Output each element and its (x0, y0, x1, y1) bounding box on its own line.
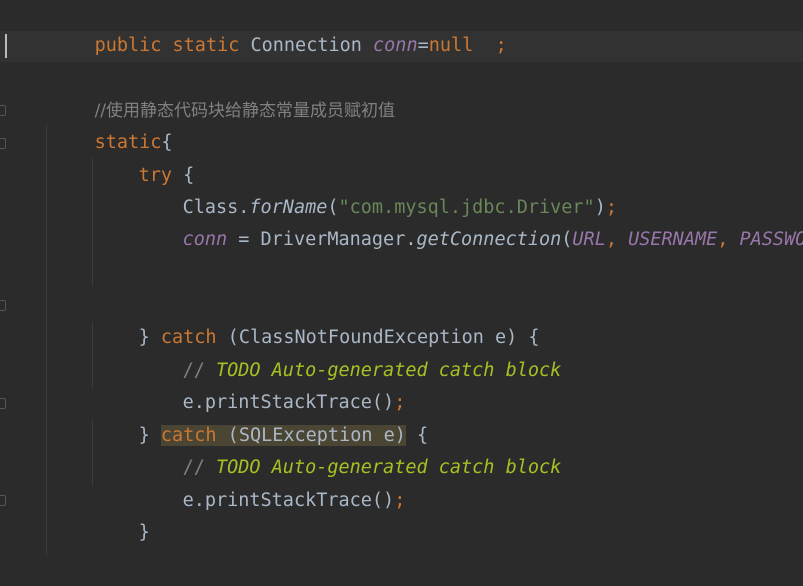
type-name: Connection (250, 34, 362, 56)
indent-guide (46, 125, 47, 555)
fold-marker-icon[interactable] (0, 105, 6, 116)
field-name: conn (373, 34, 418, 56)
code-line-4[interactable]: static{ (50, 94, 173, 153)
code-line-14[interactable]: // TODO Auto-generated catch block (138, 419, 562, 478)
indent-guide (92, 322, 93, 388)
keyword: public (94, 34, 162, 56)
assignment: = DriverManager. (227, 228, 417, 250)
code-line-12[interactable]: e.printStackTrace(); (138, 354, 406, 413)
code-line-13[interactable]: } catch (SQLException e) { (94, 387, 428, 446)
comma: , (605, 228, 629, 250)
semicolon: ; (495, 34, 507, 56)
fold-marker-icon[interactable] (0, 300, 6, 311)
code-line-11[interactable]: // TODO Auto-generated catch block (138, 322, 562, 381)
code-line-10[interactable]: } catch (ClassNotFoundException e) { (94, 289, 540, 348)
keyword: null (428, 34, 474, 56)
code-line-3[interactable]: //使用静态代码块给静态常量成员赋初值 (50, 62, 395, 121)
comma: , (717, 228, 740, 250)
text-caret (5, 34, 7, 58)
fold-marker-icon[interactable] (0, 398, 6, 409)
constant-ref: PASSWORD (739, 228, 803, 250)
semicolon: ; (394, 489, 406, 511)
constant-ref: URL (572, 228, 606, 250)
paren: ( (561, 228, 573, 250)
code-line-5[interactable]: try { (94, 127, 195, 186)
keyword: static (172, 34, 240, 56)
method-call: e.printStackTrace() (182, 489, 395, 511)
code-line-15[interactable]: e.printStackTrace(); (138, 452, 406, 511)
fold-marker-icon[interactable] (0, 495, 6, 506)
field-name: conn (182, 228, 228, 250)
code-line-16[interactable]: } (94, 484, 150, 543)
constant-ref: USERNAME (628, 228, 718, 250)
operator: = (417, 34, 429, 56)
fold-marker-icon[interactable] (0, 138, 6, 149)
code-line-1[interactable]: public static Connection conn=null ; (50, 0, 507, 56)
code-line-18[interactable]: } (50, 549, 106, 582)
code-line-6[interactable]: Class.forName("com.mysql.jdbc.Driver"); (138, 159, 617, 218)
indent-guide (92, 158, 93, 286)
code-editor[interactable]: public static Connection conn=null ; //使… (0, 0, 803, 586)
method-name: getConnection (416, 228, 562, 250)
brace: } (138, 521, 150, 543)
indent-guide (92, 420, 93, 486)
code-line-7[interactable]: conn = DriverManager.getConnection(URL, … (138, 191, 803, 250)
